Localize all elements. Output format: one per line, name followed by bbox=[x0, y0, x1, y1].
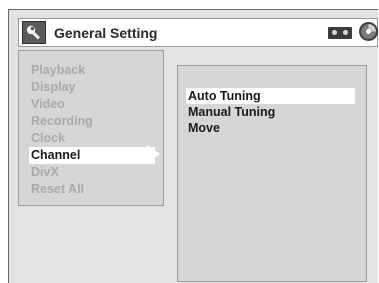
menu-item-video[interactable]: Video bbox=[31, 96, 65, 113]
title-bar: General Setting bbox=[18, 18, 378, 47]
submenu-item-move[interactable]: Move bbox=[188, 120, 220, 136]
menu-item-playback[interactable]: Playback bbox=[31, 62, 85, 79]
menu-item-recording[interactable]: Recording bbox=[31, 113, 93, 130]
tape-icon bbox=[328, 27, 352, 39]
menu-item-divx[interactable]: DivX bbox=[31, 164, 59, 181]
menu-item-reset-all[interactable]: Reset All bbox=[31, 181, 84, 198]
submenu-item-manual-tuning[interactable]: Manual Tuning bbox=[188, 104, 275, 120]
menu-item-display[interactable]: Display bbox=[31, 79, 75, 96]
arrow-right-icon bbox=[147, 145, 160, 163]
wrench-icon bbox=[22, 21, 46, 44]
osd-screen: General Setting Playback Display Video R… bbox=[8, 9, 378, 283]
channel-submenu: Auto Tuning Manual Tuning Move bbox=[177, 65, 367, 282]
disc-icon bbox=[359, 22, 378, 41]
menu-item-channel[interactable]: Channel bbox=[29, 147, 155, 164]
submenu-item-auto-tuning[interactable]: Auto Tuning bbox=[186, 88, 355, 104]
settings-category-menu: Playback Display Video Recording Clock C… bbox=[18, 50, 164, 206]
page-title: General Setting bbox=[54, 25, 158, 41]
menu-item-clock[interactable]: Clock bbox=[31, 130, 65, 147]
